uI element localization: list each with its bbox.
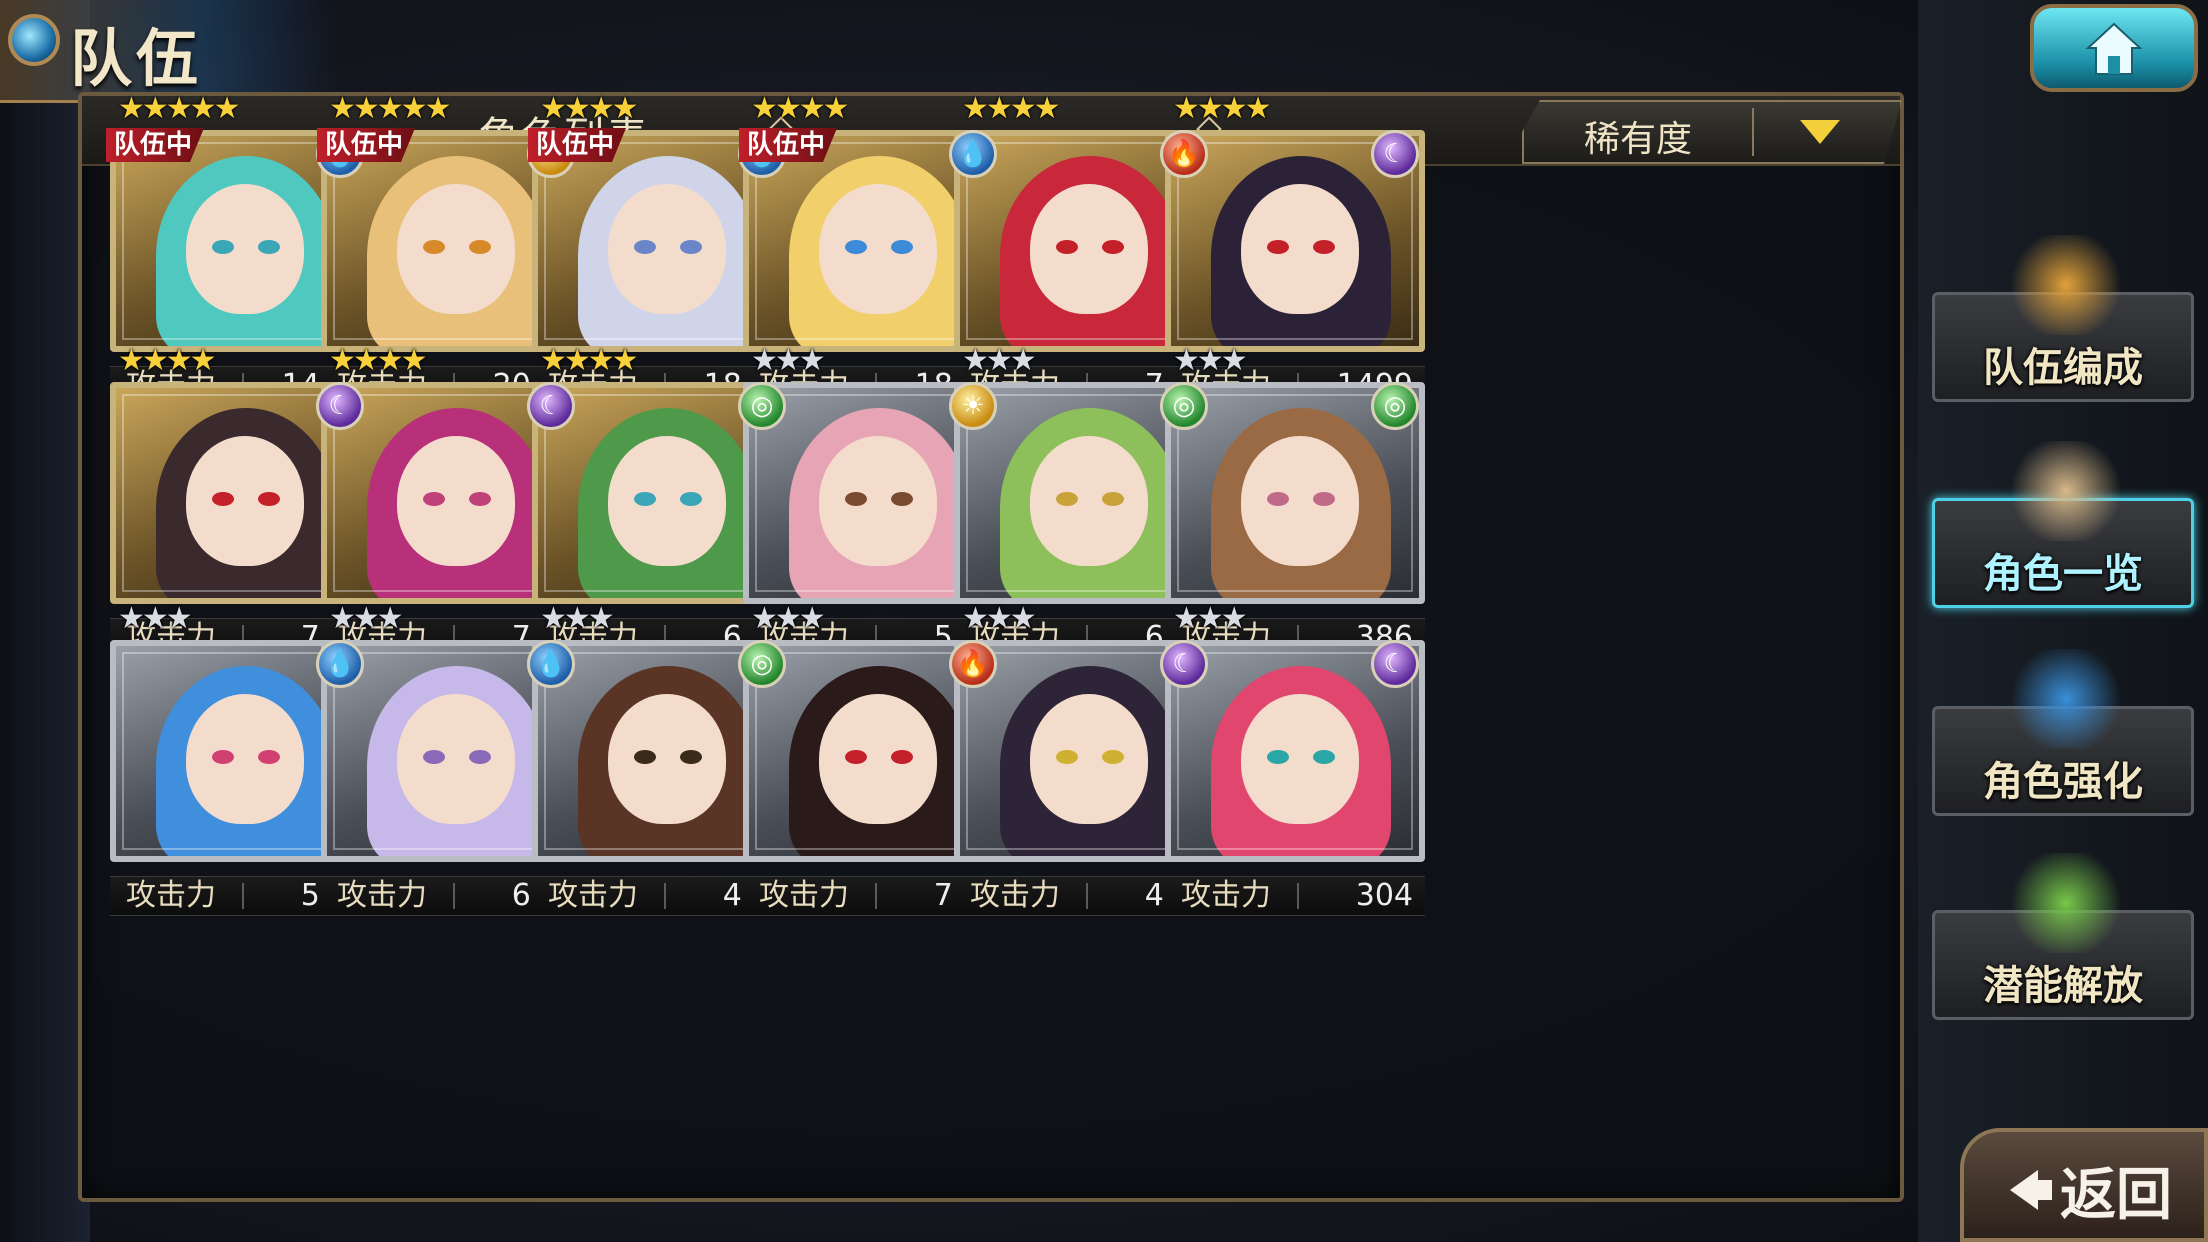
rarity-stars: ★★★ (751, 343, 826, 378)
rarity-stars: ★★★★★ (118, 91, 240, 126)
dark-element-icon: ☾ (1371, 640, 1419, 688)
water-element-icon: 💧 (527, 640, 575, 688)
header: 队伍 (0, 0, 340, 103)
sort-divider (1752, 108, 1754, 156)
rarity-stars: ★★★ (540, 601, 615, 636)
wind-element-icon: ◎ (1160, 382, 1208, 430)
rarity-stars: ★★★★ (962, 91, 1061, 126)
dark-element-icon: ☾ (1160, 640, 1208, 688)
fire-element-icon: 🔥 (1160, 130, 1208, 178)
rarity-stars: ★★★★ (540, 343, 639, 378)
rarity-stars: ★★★ (962, 601, 1037, 636)
rarity-stars: ★★★★★ (329, 91, 451, 126)
side-menu-book[interactable]: 角色一览 (1932, 441, 2194, 608)
rarity-stars: ★★★★ (1173, 91, 1272, 126)
chevron-down-icon[interactable] (1800, 120, 1840, 144)
side-menu-potential[interactable]: 潜能解放 (1932, 853, 2194, 1020)
side-menu-party[interactable]: 队伍编成 (1932, 235, 2194, 402)
attack-label: 攻击力 (337, 878, 427, 913)
back-arrow-icon (2010, 1170, 2038, 1210)
potential-icon (2005, 853, 2127, 953)
wind-element-icon: ◎ (1371, 382, 1419, 430)
attack-label: 攻击力 (1181, 878, 1271, 913)
fire-element-icon: 🔥 (949, 640, 997, 688)
rarity-stars: ★★★ (1173, 343, 1248, 378)
page-title: 队伍 (70, 22, 203, 95)
header-orb-icon (8, 14, 60, 66)
rarity-stars: ★★★ (1173, 601, 1248, 636)
side-menu-enhance[interactable]: 角色强化 (1932, 649, 2194, 816)
rarity-stars: ★★★★ (329, 343, 428, 378)
book-icon (2005, 441, 2127, 541)
rarity-stars: ★★★ (751, 601, 826, 636)
rarity-stars: ★★★ (962, 343, 1037, 378)
rarity-stars: ★★★★ (540, 91, 639, 126)
rarity-stars: ★★★ (118, 601, 193, 636)
enhance-icon (2005, 649, 2127, 749)
in-team-badge: 队伍中 (317, 128, 415, 162)
side-menu-label: 队伍编成 (1983, 345, 2143, 391)
back-button[interactable]: 返回 (1960, 1128, 2208, 1242)
side-menu-label: 角色强化 (1983, 759, 2143, 805)
dark-element-icon: ☾ (1371, 130, 1419, 178)
dark-element-icon: ☾ (527, 382, 575, 430)
attack-stat: 攻击力 304 (1165, 876, 1425, 916)
rarity-stars: ★★★ (329, 601, 404, 636)
sort-dropdown[interactable]: 稀有度 (1522, 100, 1902, 164)
background-right (1918, 0, 2208, 1242)
back-label: 返回 (2060, 1163, 2172, 1228)
water-element-icon: 💧 (949, 130, 997, 178)
home-icon (2085, 22, 2143, 75)
character-list-panel: 角色列表 稀有度 队伍中💧★★★★★攻击力1432生命值1755队伍中☀★★★★… (78, 92, 1904, 1202)
water-element-icon: 💧 (316, 640, 364, 688)
wind-element-icon: ◎ (738, 382, 786, 430)
side-menu-label: 潜能解放 (1983, 963, 2143, 1009)
rarity-stars: ★★★★ (751, 91, 850, 126)
attack-label: 攻击力 (548, 878, 638, 913)
attack-label: 攻击力 (126, 878, 216, 913)
background-left (0, 0, 90, 1242)
attack-label: 攻击力 (759, 878, 849, 913)
party-icon (2005, 235, 2127, 335)
attack-label: 攻击力 (970, 878, 1060, 913)
wind-element-icon: ◎ (738, 640, 786, 688)
in-team-badge: 队伍中 (739, 128, 837, 162)
attack-value: 304 (1355, 878, 1413, 913)
light-element-icon: ☀ (949, 382, 997, 430)
in-team-badge: 队伍中 (528, 128, 626, 162)
dark-element-icon: ☾ (316, 382, 364, 430)
sort-label: 稀有度 (1584, 119, 1693, 160)
side-menu-label: 角色一览 (1983, 551, 2143, 597)
in-team-badge: 队伍中 (106, 128, 204, 162)
rarity-stars: ★★★★ (118, 343, 217, 378)
home-button[interactable] (2030, 4, 2198, 92)
